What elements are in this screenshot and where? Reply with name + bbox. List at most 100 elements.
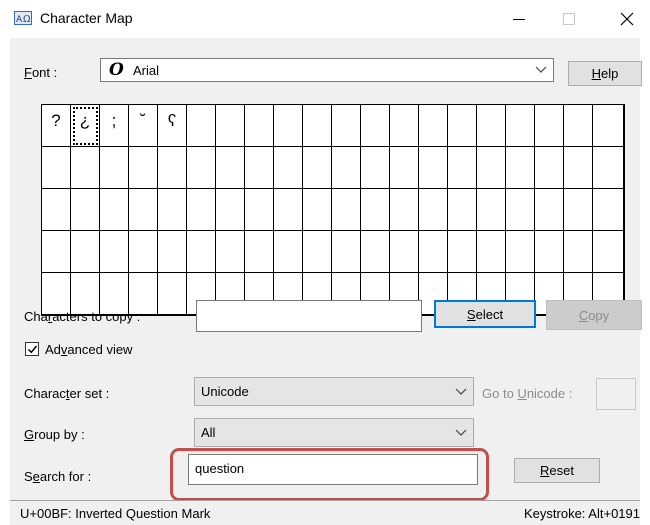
character-cell[interactable]: ? <box>42 105 71 147</box>
character-cell[interactable] <box>361 147 390 189</box>
character-cell[interactable]: ¿ <box>71 105 100 147</box>
character-cell[interactable] <box>216 189 245 231</box>
character-glyph: ¿ <box>79 111 91 130</box>
copy-button[interactable]: Copy <box>546 300 642 330</box>
character-cell[interactable] <box>390 231 419 273</box>
character-cell[interactable]: ˘ <box>129 105 158 147</box>
character-cell[interactable] <box>332 147 361 189</box>
character-cell[interactable] <box>71 147 100 189</box>
character-cell[interactable]: ; <box>100 105 129 147</box>
character-cell[interactable] <box>593 105 624 147</box>
character-cell[interactable] <box>129 147 158 189</box>
character-cell[interactable] <box>390 105 419 147</box>
help-button[interactable]: Help <box>568 61 642 86</box>
search-for-label: Search for : <box>24 469 92 484</box>
character-cell[interactable] <box>187 231 216 273</box>
font-dropdown[interactable]: O Arial <box>100 58 554 82</box>
character-cell[interactable] <box>100 231 129 273</box>
character-cell[interactable] <box>303 189 332 231</box>
character-cell[interactable] <box>245 105 274 147</box>
character-cell[interactable]: ʕ <box>158 105 187 147</box>
character-glyph: ; <box>111 111 117 130</box>
character-cell[interactable] <box>448 231 477 273</box>
character-cell[interactable] <box>564 147 593 189</box>
character-grid[interactable]: ? ¿; ˘ ʕ <box>41 104 625 316</box>
character-cell[interactable] <box>535 147 564 189</box>
character-cell[interactable] <box>187 105 216 147</box>
reset-button[interactable]: Reset <box>514 458 600 483</box>
character-cell[interactable] <box>216 231 245 273</box>
character-cell[interactable] <box>506 231 535 273</box>
group-by-dropdown[interactable]: All <box>194 418 474 447</box>
character-cell[interactable] <box>419 147 448 189</box>
character-cell[interactable] <box>158 189 187 231</box>
character-cell[interactable] <box>361 231 390 273</box>
go-to-unicode-input[interactable] <box>596 378 636 410</box>
character-cell[interactable] <box>448 147 477 189</box>
character-set-dropdown[interactable]: Unicode <box>194 377 474 406</box>
character-cell[interactable] <box>506 189 535 231</box>
character-cell[interactable] <box>332 189 361 231</box>
character-cell[interactable] <box>332 231 361 273</box>
character-cell[interactable] <box>477 189 506 231</box>
character-cell[interactable] <box>245 147 274 189</box>
character-cell[interactable] <box>332 105 361 147</box>
minimize-button[interactable] <box>496 0 542 38</box>
character-cell[interactable] <box>71 189 100 231</box>
character-cell[interactable] <box>100 147 129 189</box>
character-cell[interactable] <box>245 231 274 273</box>
character-cell[interactable] <box>129 231 158 273</box>
character-cell[interactable] <box>564 105 593 147</box>
character-cell[interactable] <box>593 189 624 231</box>
character-cell[interactable] <box>506 147 535 189</box>
character-cell[interactable] <box>564 231 593 273</box>
character-cell[interactable] <box>187 147 216 189</box>
character-cell[interactable] <box>535 231 564 273</box>
characters-to-copy-input[interactable] <box>196 300 422 332</box>
character-cell[interactable] <box>477 231 506 273</box>
character-cell[interactable] <box>216 105 245 147</box>
character-cell[interactable] <box>158 147 187 189</box>
character-cell[interactable] <box>419 189 448 231</box>
character-cell[interactable] <box>303 105 332 147</box>
character-cell[interactable] <box>158 273 187 315</box>
character-cell[interactable] <box>245 189 274 231</box>
character-cell[interactable] <box>158 231 187 273</box>
advanced-view-checkbox[interactable] <box>25 342 39 356</box>
svg-text:A: A <box>16 15 23 25</box>
character-cell[interactable] <box>506 105 535 147</box>
character-cell[interactable] <box>42 189 71 231</box>
character-cell[interactable] <box>274 147 303 189</box>
maximize-button[interactable] <box>546 0 592 38</box>
character-cell[interactable] <box>448 189 477 231</box>
character-cell[interactable] <box>216 147 245 189</box>
character-cell[interactable] <box>535 189 564 231</box>
character-cell[interactable] <box>303 147 332 189</box>
character-cell[interactable] <box>419 231 448 273</box>
close-button[interactable] <box>604 0 650 38</box>
character-cell[interactable] <box>303 231 332 273</box>
character-cell[interactable] <box>390 147 419 189</box>
character-cell[interactable] <box>274 189 303 231</box>
character-cell[interactable] <box>390 189 419 231</box>
character-cell[interactable] <box>187 189 216 231</box>
character-cell[interactable] <box>593 147 624 189</box>
character-cell[interactable] <box>100 189 129 231</box>
character-cell[interactable] <box>361 105 390 147</box>
select-button[interactable]: Select <box>434 300 536 328</box>
character-cell[interactable] <box>71 231 100 273</box>
character-cell[interactable] <box>448 105 477 147</box>
character-cell[interactable] <box>42 147 71 189</box>
character-cell[interactable] <box>564 189 593 231</box>
character-cell[interactable] <box>361 189 390 231</box>
character-cell[interactable] <box>477 147 506 189</box>
character-cell[interactable] <box>42 231 71 273</box>
character-cell[interactable] <box>477 105 506 147</box>
character-cell[interactable] <box>274 231 303 273</box>
character-cell[interactable] <box>419 105 448 147</box>
character-cell[interactable] <box>593 231 624 273</box>
character-cell[interactable] <box>535 105 564 147</box>
character-cell[interactable] <box>129 189 158 231</box>
character-cell[interactable] <box>274 105 303 147</box>
chevron-down-icon <box>535 66 547 73</box>
